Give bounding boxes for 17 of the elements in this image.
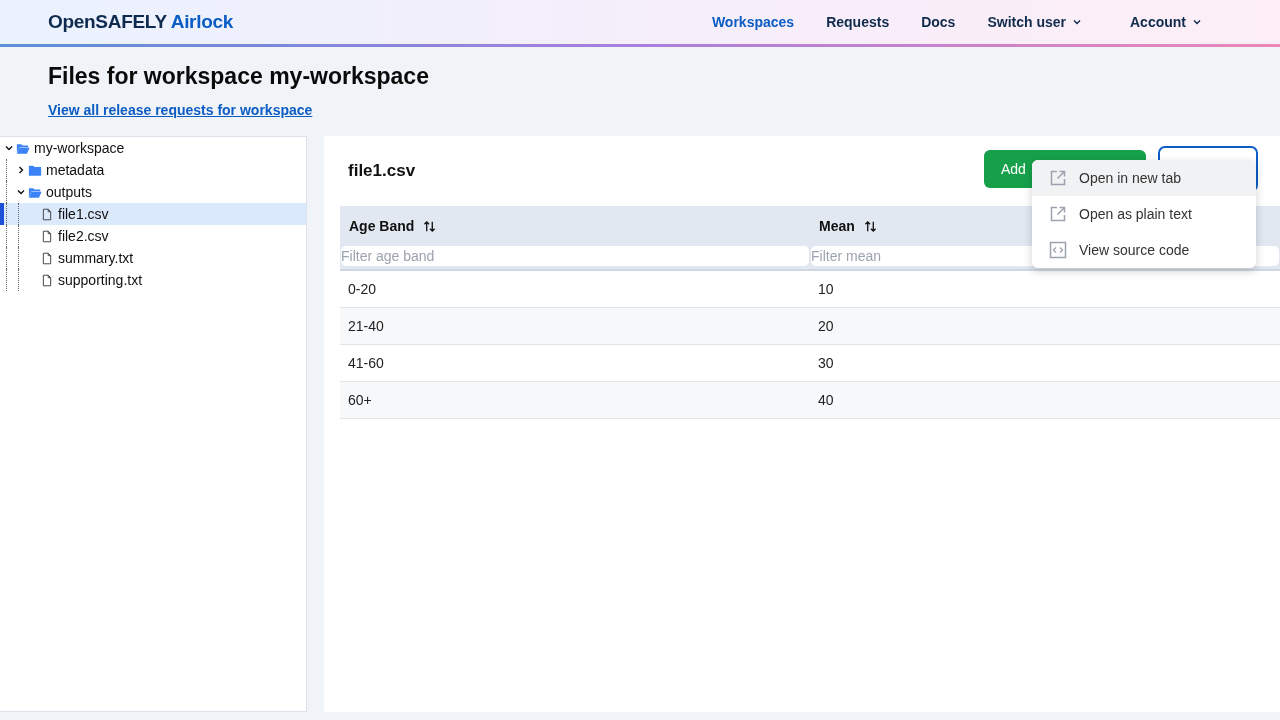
- tree-item-label: my-workspace: [34, 140, 125, 156]
- tree-item-label: file2.csv: [58, 228, 109, 244]
- table-cell-text: 10: [817, 281, 835, 297]
- tree-item-label: file1.csv: [58, 206, 109, 222]
- table-cell-text: 20: [817, 318, 835, 334]
- tree-item-label: supporting.txt: [58, 272, 143, 288]
- table-cell-text: 41-60: [347, 355, 385, 371]
- tree-item-label: outputs: [46, 184, 92, 200]
- table-cell-text: 40: [817, 392, 835, 408]
- tree-item-label: summary.txt: [58, 250, 134, 266]
- table-cell-text: 60+: [347, 392, 373, 408]
- tree-item-label: metadata: [46, 162, 105, 178]
- file-name: file1.csv: [348, 161, 416, 181]
- table-cell-text: 0-20: [347, 281, 378, 297]
- table-cell-text: 21-40: [347, 318, 385, 334]
- page-title: Files for workspace my-workspace: [48, 63, 430, 90]
- table-cell-text: 30: [817, 355, 835, 371]
